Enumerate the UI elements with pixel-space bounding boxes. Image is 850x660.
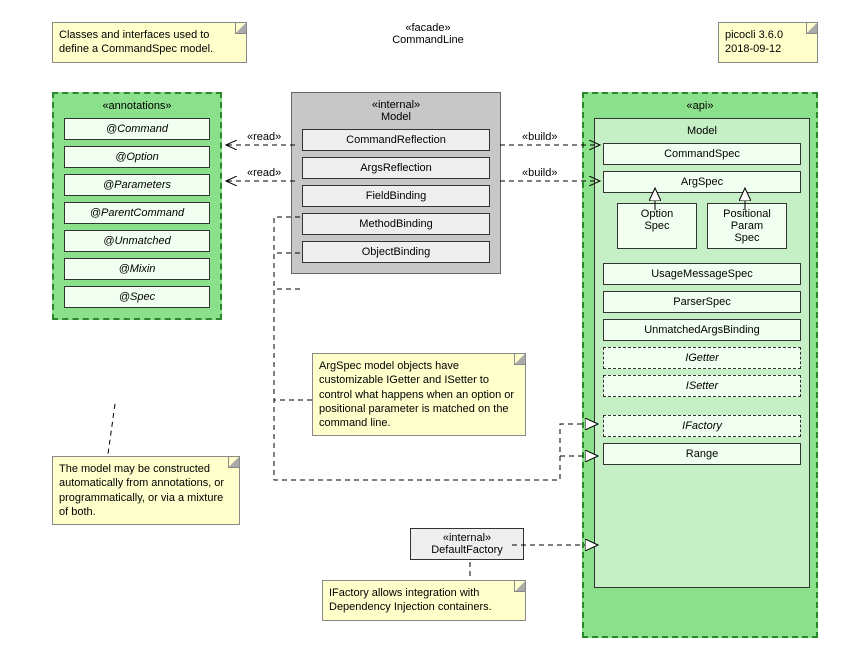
argspec-note: ArgSpec model objects have customizable … xyxy=(312,353,526,436)
class-positionalparamspec: Positional Param Spec xyxy=(707,203,787,249)
class-optionspec: Option Spec xyxy=(617,203,697,249)
class-commandspec: CommandSpec xyxy=(603,143,801,165)
defaultfactory-name: DefaultFactory xyxy=(417,544,517,556)
internal-model-package: «internal» Model CommandReflection ArgsRe… xyxy=(291,92,501,274)
arrow-label-build1: «build» xyxy=(520,131,559,143)
version-line1: picocli 3.6.0 xyxy=(725,28,811,42)
facade-stereotype: «facade» xyxy=(368,22,488,34)
defaultfactory-box: «internal» DefaultFactory xyxy=(410,528,524,560)
ifactory-note: IFactory allows integration with Depende… xyxy=(322,580,526,621)
arrow-label-read1: «read» xyxy=(245,131,283,143)
api-model-inner: Model CommandSpec ArgSpec Option Spec Po… xyxy=(594,118,810,588)
facade-name: CommandLine xyxy=(368,34,488,46)
interface-ifactory: IFactory xyxy=(603,415,801,437)
annotation-parameters: @Parameters xyxy=(64,174,210,196)
argspec-subclasses: Option Spec Positional Param Spec xyxy=(603,203,801,249)
internal-objectbinding: ObjectBinding xyxy=(302,241,490,263)
class-argspec: ArgSpec xyxy=(603,171,801,193)
annotation-unmatched: @Unmatched xyxy=(64,230,210,252)
internal-argsreflection: ArgsReflection xyxy=(302,157,490,179)
annotation-spec: @Spec xyxy=(64,286,210,308)
annotation-parentcommand: @ParentCommand xyxy=(64,202,210,224)
arrow-label-build2: «build» xyxy=(520,167,559,179)
interface-igetter: IGetter xyxy=(603,347,801,369)
argspec-note-text: ArgSpec model objects have customizable … xyxy=(319,360,514,429)
ifactory-note-text: IFactory allows integration with Depende… xyxy=(329,587,492,613)
annotation-command: @Command xyxy=(64,118,210,140)
class-parserspec: ParserSpec xyxy=(603,291,801,313)
internal-commandreflection: CommandReflection xyxy=(302,129,490,151)
facade-header: «facade» CommandLine xyxy=(368,22,488,46)
intro-note: Classes and interfaces used to define a … xyxy=(52,22,247,63)
diagram-stage: «facade» CommandLine picocli 3.6.0 2018-… xyxy=(0,0,850,660)
annotations-stereotype: «annotations» xyxy=(64,100,210,112)
class-usagemessagespec: UsageMessageSpec xyxy=(603,263,801,285)
version-note: picocli 3.6.0 2018-09-12 xyxy=(718,22,818,63)
annotations-package: «annotations» @Command @Option @Parameters… xyxy=(52,92,222,320)
api-model-name: Model xyxy=(603,125,801,137)
annotation-option: @Option xyxy=(64,146,210,168)
class-unmatchedargsbinding: UnmatchedArgsBinding xyxy=(603,319,801,341)
annotation-mixin: @Mixin xyxy=(64,258,210,280)
construct-note-text: The model may be constructed automatical… xyxy=(59,463,224,518)
construct-note: The model may be constructed automatical… xyxy=(52,456,240,525)
version-line2: 2018-09-12 xyxy=(725,42,811,56)
intro-note-text: Classes and interfaces used to define a … xyxy=(59,29,213,55)
internal-stereotype: «internal» xyxy=(302,99,490,111)
api-stereotype: «api» xyxy=(594,100,806,112)
internal-methodbinding: MethodBinding xyxy=(302,213,490,235)
internal-fieldbinding: FieldBinding xyxy=(302,185,490,207)
interface-isetter: ISetter xyxy=(603,375,801,397)
api-package: «api» Model CommandSpec ArgSpec Option S… xyxy=(582,92,818,638)
class-range: Range xyxy=(603,443,801,465)
arrow-label-read2: «read» xyxy=(245,167,283,179)
internal-name: Model xyxy=(302,111,490,123)
defaultfactory-stereotype: «internal» xyxy=(417,532,517,544)
